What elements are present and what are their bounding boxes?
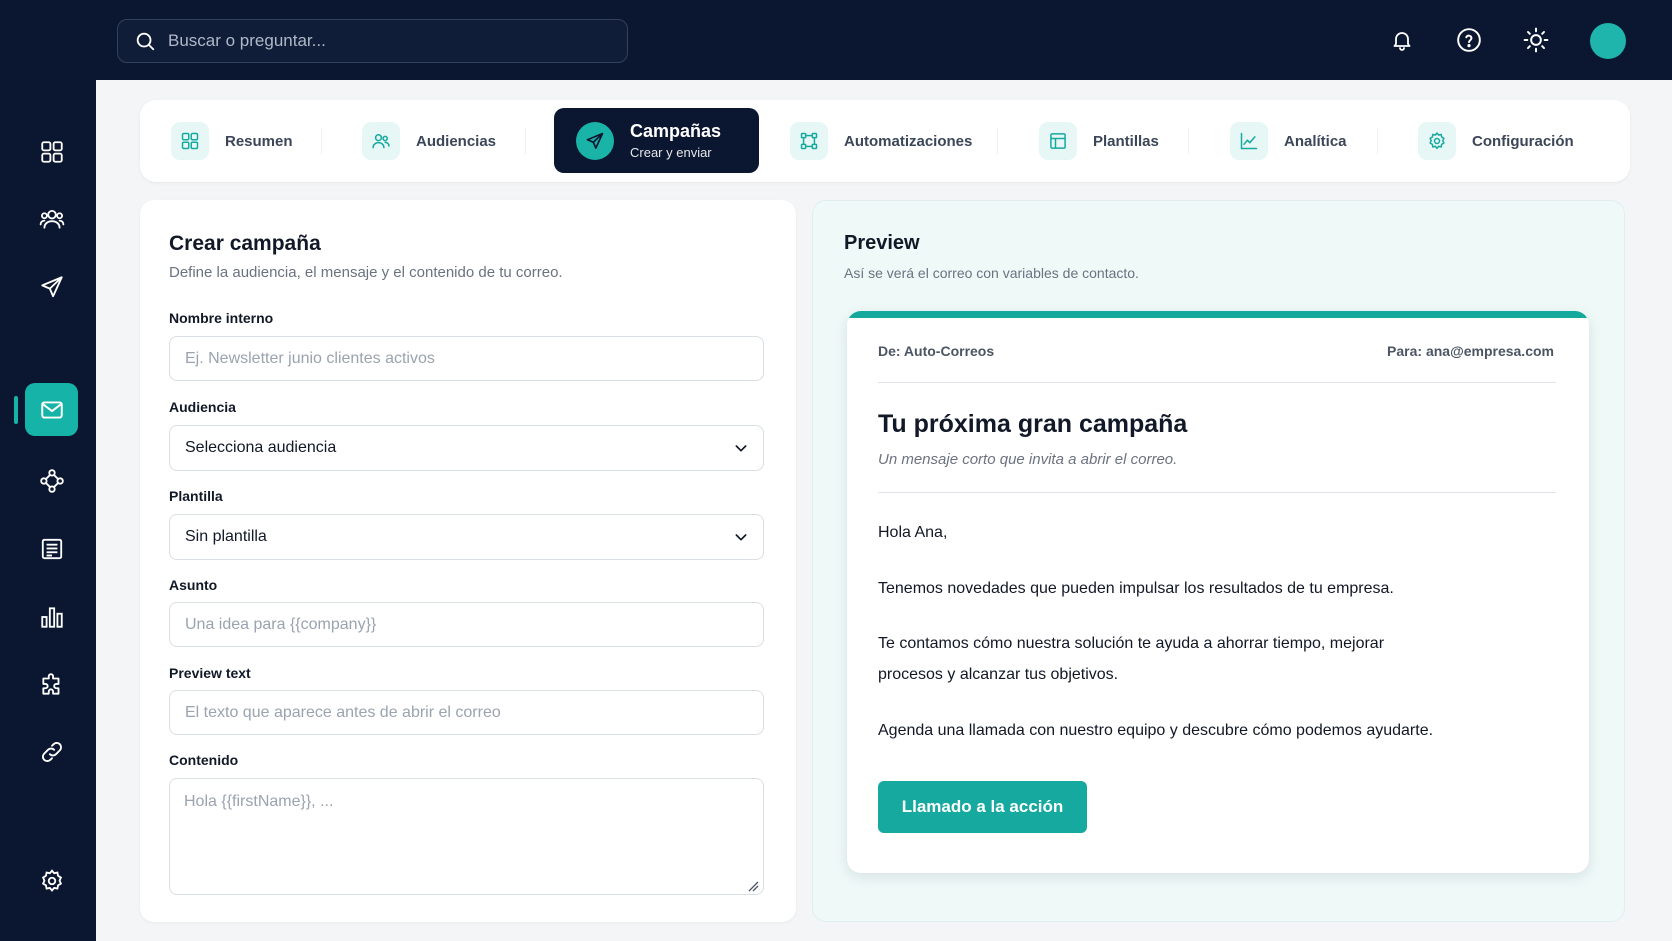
resize-handle-icon[interactable]: [747, 880, 759, 892]
email-preview: De: Auto-Correos Para: ana@empresa.com T…: [847, 311, 1589, 873]
sidebar-item-templates[interactable]: [25, 522, 78, 575]
audience-label: Audiencia: [169, 399, 236, 415]
users-icon: [39, 209, 64, 229]
tab-campanas[interactable]: Campañas Crear y enviar: [554, 108, 759, 173]
audience-value: Selecciona audiencia: [185, 439, 337, 456]
bell-icon[interactable]: [1388, 26, 1416, 54]
gear-icon: [1429, 131, 1445, 150]
section-tabs: Resumen Audiencias Campañas Crear y envi…: [140, 100, 1630, 182]
divider: [1188, 128, 1189, 154]
template-label: Plantilla: [169, 488, 223, 504]
workflow-icon: [39, 468, 64, 493]
sidebar-item-integrations[interactable]: [25, 658, 78, 711]
tab-resumen[interactable]: Resumen: [171, 112, 293, 170]
name-label: Nombre interno: [169, 310, 274, 326]
template-icon: [1050, 133, 1066, 149]
tab-analitica[interactable]: Analítica: [1230, 112, 1347, 170]
divider: [1377, 128, 1378, 154]
puzzle-icon: [41, 672, 59, 695]
divider: [321, 128, 322, 154]
link-icon: [41, 741, 62, 762]
tab-label: Resumen: [225, 132, 293, 150]
gear-icon: [41, 868, 62, 892]
sidebar-item-mail[interactable]: [25, 383, 78, 436]
tab-label: Analítica: [1284, 132, 1347, 150]
email-from: De: Auto-Correos: [878, 343, 995, 359]
tab-label: Campañas: [630, 121, 722, 141]
sidebar-item-campaigns[interactable]: [25, 260, 78, 313]
email-subtitle: Un mensaje corto que invita a abrir el c…: [878, 451, 1178, 468]
sidebar-item-links[interactable]: [25, 725, 78, 778]
tab-label: Automatizaciones: [844, 132, 973, 150]
preview-card: Preview Así se verá el correo con variab…: [812, 200, 1625, 922]
sidebar: [0, 80, 96, 941]
tab-configuracion[interactable]: Configuración: [1418, 112, 1574, 170]
preview-subtitle: Así se verá el correo con variables de c…: [844, 265, 1139, 281]
form-title: Crear campaña: [169, 232, 321, 255]
tab-label: Audiencias: [416, 132, 497, 150]
cta-button[interactable]: Llamado a la acción: [878, 781, 1087, 833]
chevron-down-icon: [735, 445, 747, 452]
search-input[interactable]: [168, 31, 588, 51]
sun-icon[interactable]: [1522, 26, 1550, 54]
tab-automatizaciones[interactable]: Automatizaciones: [790, 112, 972, 170]
send-icon: [586, 132, 604, 149]
preview-title: Preview: [844, 232, 920, 254]
content-label: Contenido: [169, 752, 239, 768]
search-icon: [136, 32, 155, 51]
tab-label: Configuración: [1472, 132, 1574, 150]
tab-audiencias[interactable]: Audiencias: [362, 112, 496, 170]
sidebar-item-settings[interactable]: [25, 854, 78, 907]
grid-icon: [40, 140, 63, 163]
audience-select[interactable]: Selecciona audiencia: [169, 425, 764, 471]
search-bar[interactable]: [117, 19, 628, 63]
mail-icon: [40, 400, 63, 419]
preview-text-label: Preview text: [169, 665, 251, 681]
avatar[interactable]: [1590, 23, 1626, 59]
form-subtitle: Define la audiencia, el mensaje y el con…: [169, 264, 563, 281]
create-campaign-card: Crear campaña Define la audiencia, el me…: [140, 200, 796, 922]
divider: [997, 128, 998, 154]
users-icon: [372, 134, 390, 149]
chevron-down-icon: [735, 534, 747, 541]
email-to: Para: ana@empresa.com: [1387, 343, 1554, 359]
chart-icon: [40, 606, 63, 628]
preview-text-input[interactable]: [169, 690, 764, 735]
sidebar-item-analytics[interactable]: [25, 590, 78, 643]
send-icon: [40, 275, 63, 297]
active-indicator: [14, 396, 18, 424]
template-value: Sin plantilla: [185, 528, 267, 545]
chart-icon: [1240, 132, 1258, 150]
top-bar: [0, 0, 1672, 80]
template-select[interactable]: Sin plantilla: [169, 514, 764, 560]
sidebar-item-automations[interactable]: [25, 454, 78, 507]
divider: [878, 492, 1556, 493]
subject-input[interactable]: [169, 602, 764, 647]
divider: [525, 128, 526, 154]
help-icon[interactable]: [1455, 26, 1483, 54]
sidebar-item-dashboard[interactable]: [25, 125, 78, 178]
tab-sublabel: Crear y enviar: [630, 145, 712, 160]
divider: [878, 382, 1556, 383]
email-paragraph: Te contamos cómo nuestra solución te ayu…: [878, 635, 1385, 683]
email-title: Tu próxima gran campaña: [878, 410, 1188, 438]
email-greeting: Hola Ana,: [878, 524, 948, 541]
email-accent-bar: [847, 311, 1589, 318]
workflow-icon: [800, 132, 818, 150]
content-textarea[interactable]: [169, 778, 764, 895]
sidebar-item-audiences[interactable]: [25, 192, 78, 245]
name-input[interactable]: [169, 336, 764, 381]
tab-label: Plantillas: [1093, 132, 1159, 150]
tab-plantillas[interactable]: Plantillas: [1039, 112, 1159, 170]
grid-icon: [181, 132, 199, 150]
subject-label: Asunto: [169, 577, 218, 593]
email-paragraph: Agenda una llamada con nuestro equipo y …: [878, 722, 1434, 739]
template-icon: [41, 538, 62, 559]
email-paragraph: Tenemos novedades que pueden impulsar lo…: [878, 580, 1394, 597]
